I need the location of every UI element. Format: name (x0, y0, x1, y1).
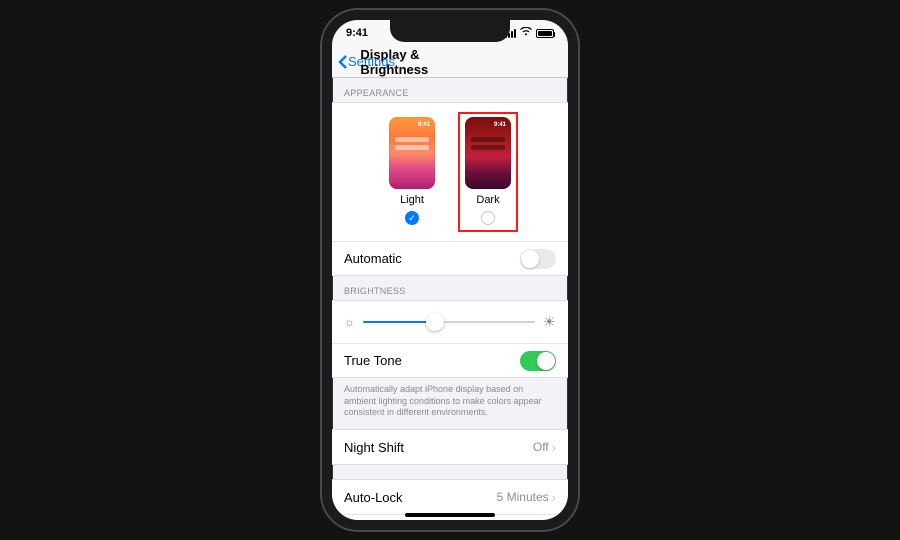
night-shift-label: Night Shift (344, 440, 404, 455)
chevron-right-icon: › (552, 490, 556, 505)
light-radio-checked-icon[interactable] (405, 211, 419, 225)
page-title: Display & Brightness (360, 47, 478, 77)
sun-large-icon: ☀ (543, 313, 556, 331)
wifi-icon (520, 27, 532, 39)
iphone-frame: 9:41 Settings Display & Brightness APPEA… (322, 10, 578, 530)
dark-label: Dark (476, 194, 499, 206)
nav-bar: Settings Display & Brightness (332, 46, 568, 78)
battery-icon (536, 29, 554, 38)
night-shift-value: Off (533, 440, 549, 454)
appearance-option-light[interactable]: 9:41 Light (383, 113, 441, 231)
auto-lock-row[interactable]: Auto-Lock 5 Minutes › (332, 480, 568, 514)
auto-lock-label: Auto-Lock (344, 490, 403, 505)
brightness-slider-row: ☼ ☀ (332, 301, 568, 343)
true-tone-label: True Tone (344, 353, 402, 368)
automatic-row: Automatic (332, 241, 568, 275)
appearance-options: 9:41 Light 9:41 Dark (332, 103, 568, 241)
status-time: 9:41 (346, 27, 368, 39)
brightness-header: BRIGHTNESS (332, 276, 568, 300)
true-tone-row: True Tone (332, 343, 568, 377)
settings-scroll[interactable]: APPEARANCE 9:41 Light 9:41 Dark (332, 78, 568, 520)
chevron-right-icon: › (552, 440, 556, 455)
brightness-slider[interactable] (363, 321, 535, 323)
light-label: Light (400, 194, 424, 206)
dark-radio-unchecked-icon[interactable] (481, 211, 495, 225)
appearance-option-dark[interactable]: 9:41 Dark (459, 113, 517, 231)
night-shift-row[interactable]: Night Shift Off › (332, 430, 568, 464)
true-tone-toggle[interactable] (520, 351, 556, 371)
light-preview-thumbnail: 9:41 (389, 117, 435, 189)
notch (390, 20, 510, 42)
automatic-label: Automatic (344, 251, 402, 266)
true-tone-footer: Automatically adapt iPhone display based… (332, 378, 568, 419)
dark-preview-thumbnail: 9:41 (465, 117, 511, 189)
auto-lock-value: 5 Minutes (497, 490, 549, 504)
home-indicator[interactable] (405, 513, 495, 517)
appearance-header: APPEARANCE (332, 78, 568, 102)
automatic-toggle[interactable] (520, 249, 556, 269)
sun-small-icon: ☼ (344, 315, 355, 329)
